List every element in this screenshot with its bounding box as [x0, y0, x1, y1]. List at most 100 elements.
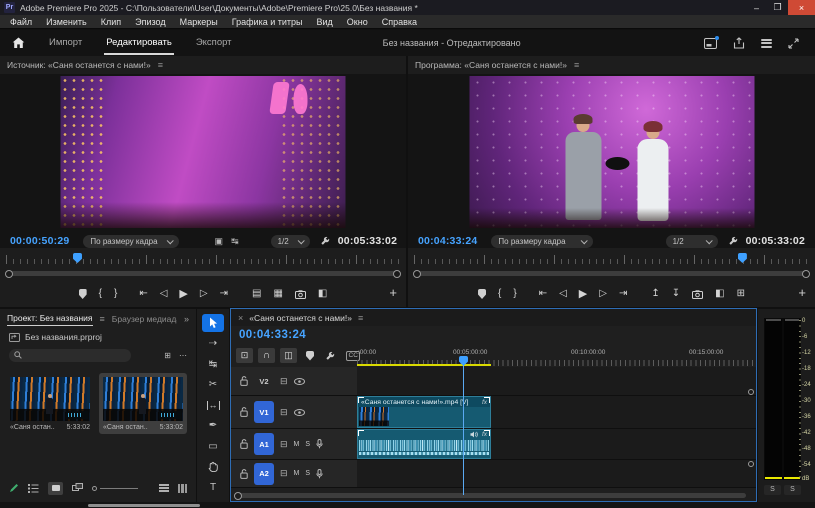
lock-icon[interactable] — [240, 439, 248, 449]
voiceover-mic-icon[interactable] — [316, 439, 323, 449]
source-patch-icon[interactable]: ⊟ — [280, 407, 288, 418]
solo-button[interactable]: S — [305, 470, 310, 477]
rectangle-tool[interactable]: ▭ — [202, 437, 224, 455]
slip-tool[interactable]: ↔ — [202, 396, 224, 414]
razor-tool[interactable]: ✂ — [202, 376, 224, 394]
button-editor-icon[interactable]: + — [389, 286, 397, 299]
more-options-icon[interactable]: ⋯ — [179, 351, 187, 360]
project-item-2[interactable]: «Саня остан.. 5:33:02 — [99, 373, 187, 434]
freeform-view-icon[interactable] — [72, 483, 83, 493]
nest-sequences-icon[interactable]: ⊡ — [236, 348, 253, 363]
solo-left-button[interactable]: S — [764, 485, 781, 495]
source-patch-icon[interactable]: ⊟ — [280, 439, 288, 450]
video-clip[interactable]: «Саня останется с нами!».mp4 [V] fx — [357, 396, 491, 428]
voiceover-mic-icon[interactable] — [316, 469, 323, 479]
mute-button[interactable]: M — [294, 470, 300, 477]
panel-menu-icon[interactable]: ≡ — [574, 60, 579, 70]
extract-icon[interactable]: ↧ — [672, 289, 680, 299]
sort-icon[interactable] — [159, 484, 169, 492]
safe-margins-icon[interactable]: ▣ — [215, 236, 224, 247]
search-input[interactable] — [9, 349, 131, 362]
vertical-scroll-handle[interactable] — [748, 461, 754, 467]
step-forward-icon[interactable]: ▷ — [599, 289, 607, 299]
go-to-in-icon[interactable]: ⇤ — [539, 289, 547, 299]
dual-view-icon[interactable]: ↹ — [231, 236, 239, 247]
source-patch-icon[interactable]: ⊟ — [280, 468, 288, 479]
home-icon[interactable] — [12, 37, 25, 49]
snap-icon[interactable]: ∩ — [258, 348, 275, 363]
audio-meter-bars[interactable] — [764, 318, 801, 480]
minimize-button[interactable]: – — [746, 0, 767, 15]
menu-window[interactable]: Окно — [340, 17, 375, 27]
close-button[interactable]: × — [788, 0, 815, 15]
source-patch-icon[interactable]: ⊟ — [280, 376, 288, 387]
source-current-timecode[interactable]: 00:00:50:29 — [10, 235, 69, 247]
source-zoom-scrollbar[interactable] — [5, 269, 401, 278]
list-view-icon[interactable] — [28, 484, 39, 493]
program-zoom-select[interactable]: По размеру кадра — [491, 235, 593, 248]
program-video-frame[interactable] — [469, 76, 754, 228]
breadcrumb-label[interactable]: Без названия.prproj — [25, 332, 102, 342]
program-current-timecode[interactable]: 00:04:33:24 — [418, 235, 477, 247]
fx-badge[interactable]: fx — [482, 431, 487, 438]
type-tool[interactable]: T — [202, 478, 224, 496]
lock-icon[interactable] — [240, 469, 248, 479]
tab-edit[interactable]: Редактировать — [106, 37, 172, 49]
menu-edit[interactable]: Изменить — [39, 17, 94, 27]
add-marker-icon[interactable] — [79, 289, 87, 299]
play-icon[interactable]: ▶ — [579, 289, 587, 300]
timeline-timecode[interactable]: 00:04:33:24 — [239, 329, 306, 341]
thumbnail-zoom-slider[interactable] — [92, 486, 138, 491]
track-select-forward-tool[interactable]: ⇢ — [202, 335, 224, 353]
fx-badge[interactable]: fx — [482, 399, 487, 406]
compare-view-icon[interactable]: ◧ — [318, 289, 327, 299]
solo-right-button[interactable]: S — [784, 485, 801, 495]
track-target-v1[interactable]: V1 — [254, 401, 274, 423]
hand-tool[interactable] — [202, 458, 224, 476]
selection-tool[interactable] — [202, 314, 224, 332]
project-item-1[interactable]: «Саня остан.. 5:33:02 — [6, 373, 94, 434]
menu-graphics[interactable]: Графика и титры — [225, 17, 310, 27]
button-editor-icon[interactable]: + — [798, 286, 806, 299]
fullscreen-icon[interactable] — [788, 38, 799, 49]
lock-icon[interactable] — [240, 376, 248, 386]
scroll-handle-left[interactable] — [234, 492, 242, 500]
sequence-tab-label[interactable]: «Саня останется с нами!» — [249, 313, 352, 323]
source-video-frame[interactable] — [61, 76, 346, 228]
step-back-icon[interactable]: ◁ — [559, 289, 567, 299]
new-item-icon[interactable] — [178, 484, 188, 493]
lock-icon[interactable] — [240, 407, 248, 417]
writable-pencil-icon[interactable] — [9, 483, 19, 493]
go-to-out-icon[interactable]: ⇥ — [619, 289, 627, 299]
tab-import[interactable]: Импорт — [49, 37, 82, 49]
export-frame-icon[interactable] — [692, 290, 703, 299]
solo-button[interactable]: S — [305, 441, 310, 448]
pen-tool[interactable]: ✒ — [202, 417, 224, 435]
overwrite-icon[interactable]: ▦ — [273, 289, 282, 299]
multicam-icon[interactable]: ⊞ — [737, 289, 745, 299]
scroll-handle-right[interactable] — [802, 270, 810, 278]
toggle-track-output-eye-icon[interactable] — [294, 409, 305, 416]
mute-button[interactable]: M — [294, 441, 300, 448]
source-scrub-ruler[interactable] — [6, 253, 400, 265]
track-target-a2[interactable]: A2 — [254, 463, 274, 485]
tab-export[interactable]: Экспорт — [196, 37, 232, 49]
scroll-handle-left[interactable] — [5, 270, 13, 278]
compare-view-icon[interactable]: ◧ — [715, 289, 724, 299]
settings-wrench-icon[interactable] — [320, 236, 330, 246]
mark-in-icon[interactable]: { — [498, 289, 501, 299]
track-v1-lane[interactable]: «Саня останется с нами!».mp4 [V] fx — [357, 396, 756, 428]
share-icon[interactable] — [733, 37, 745, 49]
settings-wrench-icon[interactable] — [728, 236, 738, 246]
vertical-scroll-handle[interactable] — [748, 389, 754, 395]
mark-out-icon[interactable]: } — [114, 289, 117, 299]
tab-media-browser[interactable]: Браузер медиаданны — [112, 314, 177, 324]
source-resolution-select[interactable]: 1/2 — [271, 235, 310, 248]
filter-bin-icon[interactable]: ⊞ — [164, 351, 171, 360]
more-tabs-icon[interactable]: » — [184, 314, 189, 324]
mark-out-icon[interactable]: } — [513, 289, 516, 299]
track-target-a1[interactable]: A1 — [254, 433, 274, 455]
go-to-out-icon[interactable]: ⇥ — [220, 289, 228, 299]
icon-view-icon[interactable] — [48, 482, 63, 495]
menu-file[interactable]: Файл — [3, 17, 39, 27]
